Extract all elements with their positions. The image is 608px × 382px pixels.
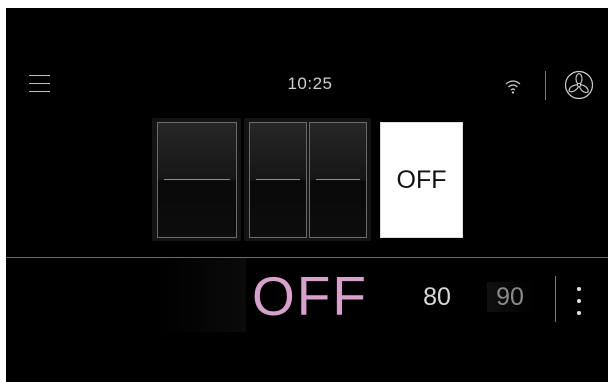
fan-icon[interactable] [564,70,594,100]
bottom-divider [555,276,556,322]
digit-dash [316,179,360,180]
more-vertical-icon[interactable] [571,285,587,317]
off-panel[interactable]: OFF [380,122,463,238]
digit-panel-2[interactable] [249,122,307,238]
wifi-icon[interactable] [504,77,522,95]
digit-panel-1[interactable] [157,122,237,238]
horizontal-separator [6,257,608,258]
strip-fade [156,258,246,332]
hamburger-menu-icon[interactable] [29,71,51,95]
mode-option-80[interactable]: 80 [414,282,460,312]
digit-dash [164,179,230,180]
clock-time: 10:25 [287,74,333,93]
mode-option-90[interactable]: 90 [487,282,533,312]
digit-dash [256,179,300,180]
mode-off-active[interactable]: OFF [242,266,378,326]
digit-panel-3[interactable] [309,122,367,238]
status-divider [545,71,546,100]
screen: 10:25 OFF OFF 80 90 [6,8,608,382]
